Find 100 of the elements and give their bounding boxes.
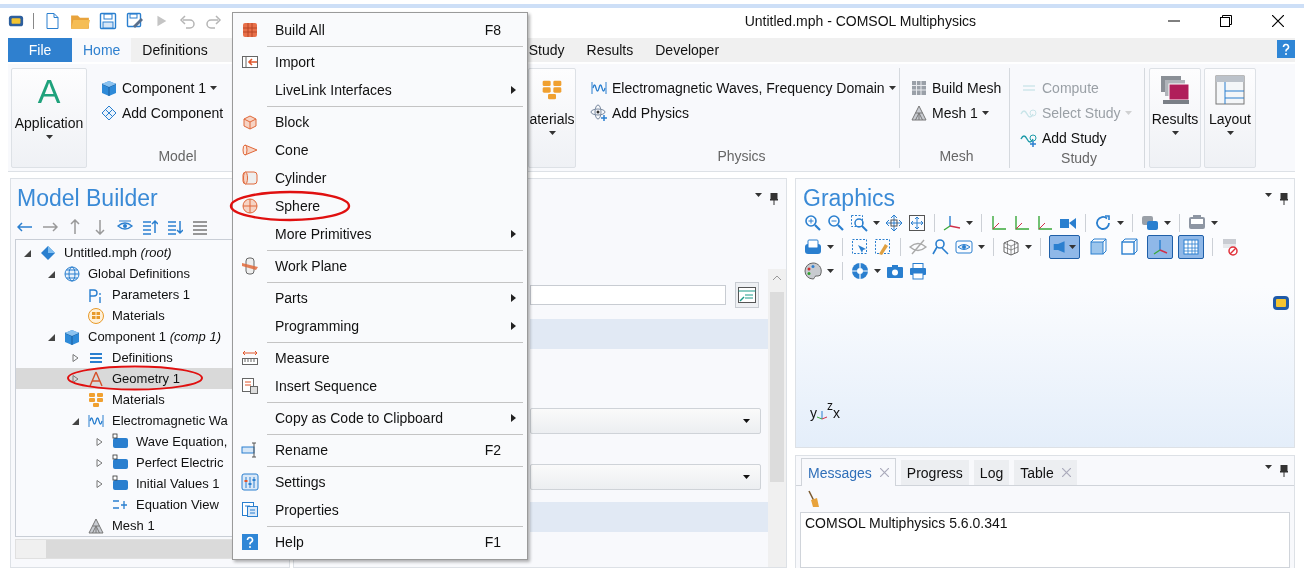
- show-icon[interactable]: [955, 238, 973, 256]
- caret-icon[interactable]: [548, 131, 556, 135]
- toggle-button[interactable]: [1147, 235, 1173, 259]
- caret-icon[interactable]: [1117, 221, 1124, 225]
- tree-item[interactable]: Untitled.mph (root): [64, 245, 172, 260]
- select-window-icon[interactable]: [1188, 214, 1206, 232]
- scrollbar[interactable]: [768, 269, 786, 567]
- caret-icon[interactable]: [755, 193, 762, 197]
- ribbon-button[interactable]: A Application: [11, 68, 87, 168]
- save-icon[interactable]: [99, 12, 117, 30]
- caret-icon[interactable]: [981, 111, 989, 115]
- caret-icon[interactable]: [888, 86, 896, 90]
- menu-item[interactable]: Block: [233, 108, 527, 136]
- ribbon-button[interactable]: aterials: [528, 68, 576, 168]
- tree-item[interactable]: Component 1 (comp 1): [88, 329, 221, 344]
- undo-icon[interactable]: [178, 12, 196, 30]
- tree-item[interactable]: Initial Values 1: [136, 476, 220, 491]
- menu-item[interactable]: Cone: [233, 136, 527, 164]
- collapsed-arrow-icon[interactable]: [94, 478, 104, 489]
- restore-icon[interactable]: [1220, 15, 1232, 27]
- aperture-icon[interactable]: [851, 262, 869, 280]
- view-plane-icon[interactable]: [990, 214, 1008, 232]
- caret-icon[interactable]: [1164, 221, 1171, 225]
- collapsed-arrow-icon[interactable]: [94, 436, 104, 447]
- caret-icon[interactable]: [1171, 131, 1179, 135]
- caret-icon[interactable]: [1211, 221, 1218, 225]
- menu-item[interactable]: Parts: [233, 284, 527, 312]
- collapsed-arrow-icon[interactable]: [94, 457, 104, 468]
- tree-item[interactable]: Materials: [112, 308, 165, 323]
- caret-icon[interactable]: [45, 135, 53, 139]
- zoom-box-icon[interactable]: [850, 214, 868, 232]
- redo-icon[interactable]: [205, 12, 223, 30]
- hide-icon[interactable]: [909, 238, 927, 256]
- collapsed-arrow-icon[interactable]: [70, 352, 80, 363]
- tree-item[interactable]: Definitions: [112, 350, 173, 365]
- ribbon-tab[interactable]: Home: [72, 38, 132, 62]
- caret-icon[interactable]: [1265, 193, 1272, 197]
- menu-item[interactable]: Measure: [233, 344, 527, 372]
- caret-icon[interactable]: [1025, 245, 1032, 249]
- view-plane-icon[interactable]: [1036, 214, 1054, 232]
- pin-icon[interactable]: [1280, 464, 1288, 477]
- close-icon[interactable]: [1272, 15, 1284, 27]
- collapse-all-icon[interactable]: [167, 219, 183, 235]
- caret-icon[interactable]: [873, 221, 880, 225]
- panel-tab[interactable]: Progress: [900, 460, 969, 485]
- expand-all-icon[interactable]: [142, 219, 158, 235]
- ribbon-button[interactable]: Component 1: [98, 76, 220, 100]
- ribbon-button[interactable]: Build Mesh: [908, 76, 1004, 100]
- collapsed-arrow-icon[interactable]: [70, 373, 80, 384]
- camera-icon[interactable]: [886, 262, 904, 280]
- find-icon[interactable]: [932, 238, 950, 256]
- broom-icon[interactable]: [806, 490, 820, 508]
- panel-tab[interactable]: Table: [1014, 460, 1077, 485]
- palette-icon[interactable]: [804, 262, 822, 280]
- reset-icon[interactable]: [1221, 238, 1239, 256]
- caret-icon[interactable]: [1069, 245, 1076, 249]
- box-drive-icon[interactable]: [804, 238, 822, 256]
- pin-icon[interactable]: [1280, 193, 1288, 205]
- panel-button[interactable]: [735, 282, 759, 308]
- tree-item[interactable]: Electromagnetic Wa: [112, 413, 228, 428]
- menu-item[interactable]: Import: [233, 48, 527, 76]
- ribbon-tab[interactable]: Developer: [644, 38, 731, 62]
- list-icon[interactable]: [192, 219, 208, 235]
- scroll-up-icon[interactable]: [773, 275, 781, 280]
- file-tab[interactable]: File: [8, 38, 72, 62]
- help-icon[interactable]: [1277, 39, 1295, 58]
- tree-item[interactable]: Perfect Electric: [136, 455, 224, 470]
- tree-item[interactable]: Equation View: [136, 497, 219, 512]
- caret-icon[interactable]: [743, 419, 750, 423]
- printer-icon[interactable]: [909, 262, 927, 280]
- view-badge-icon[interactable]: [1272, 295, 1290, 311]
- menu-item[interactable]: Help F1: [233, 528, 527, 556]
- wireframe-icon[interactable]: [1002, 238, 1020, 256]
- ribbon-button[interactable]: Electromagnetic Waves, Frequency Domain: [588, 76, 898, 100]
- ribbon-button[interactable]: Add Study: [1018, 126, 1109, 150]
- caret-icon[interactable]: [978, 245, 985, 249]
- zoom-extents-icon[interactable]: [908, 214, 926, 232]
- layers-icon[interactable]: [1141, 214, 1159, 232]
- menu-item[interactable]: Settings: [233, 468, 527, 496]
- tree-item[interactable]: Global Definitions: [88, 266, 190, 281]
- caret-icon[interactable]: [1265, 464, 1272, 469]
- ribbon-tab[interactable]: Definitions: [131, 38, 219, 62]
- caret-icon[interactable]: [1226, 131, 1234, 135]
- ribbon-tab[interactable]: Study: [526, 38, 576, 62]
- ribbon-button[interactable]: Add Component: [98, 101, 226, 125]
- view-plane-icon[interactable]: [1013, 214, 1031, 232]
- ribbon-button[interactable]: Mesh 1: [908, 101, 991, 125]
- tree-item[interactable]: Parameters 1: [112, 287, 191, 302]
- panel-tab[interactable]: Messages: [801, 458, 896, 486]
- caret-icon[interactable]: [827, 269, 834, 273]
- new-file-icon[interactable]: [43, 12, 61, 30]
- rotate-icon[interactable]: [1094, 214, 1112, 232]
- zoom-in-icon[interactable]: [804, 214, 822, 232]
- save-as-icon[interactable]: [126, 12, 144, 30]
- caret-icon[interactable]: [743, 475, 750, 479]
- ribbon-button[interactable]: Layout: [1204, 68, 1256, 168]
- clear-selection-icon[interactable]: [874, 238, 892, 256]
- toggle-button[interactable]: [1049, 235, 1080, 259]
- tree-item[interactable]: Wave Equation,: [136, 434, 228, 449]
- input-field[interactable]: [530, 285, 726, 305]
